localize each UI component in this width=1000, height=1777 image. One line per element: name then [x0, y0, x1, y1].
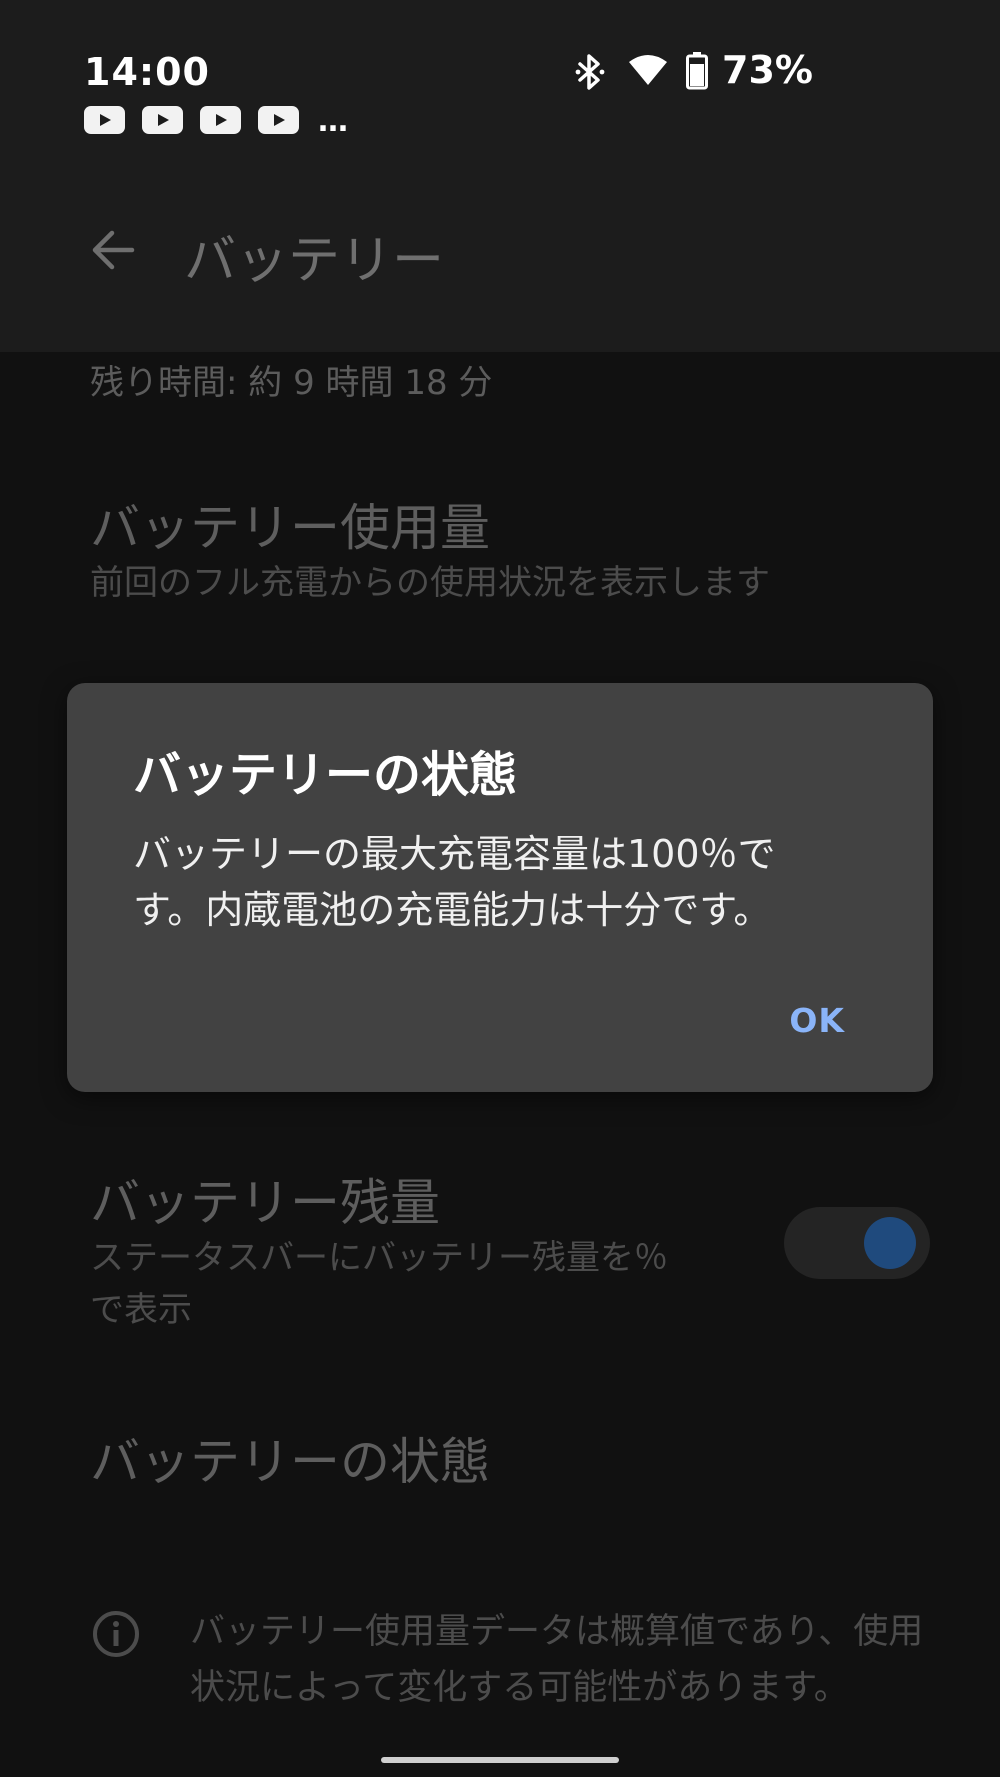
- info-icon: [93, 1611, 139, 1657]
- list-item-title: バッテリー残量: [90, 1174, 440, 1232]
- notification-icons: …: [84, 104, 348, 139]
- screen: 14:00 … 73% バッテリー 残り時間: 約 9 時間 18 分 バッテリ…: [0, 0, 1000, 1777]
- info-text: バッテリー使用量データは概算値であり、使用状況によって変化する可能性があります。: [190, 1612, 924, 1708]
- youtube-icon: [142, 106, 183, 134]
- list-item-subtitle: 前回のフル充電からの使用状況を表示します: [90, 563, 770, 603]
- more-notifications: …: [318, 104, 348, 139]
- ok-button[interactable]: OK: [789, 1001, 845, 1040]
- dialog-body-line1: バッテリーの最大充電容量は100％で: [133, 832, 776, 876]
- list-item-title: バッテリーの状態: [90, 1433, 490, 1491]
- home-indicator[interactable]: [381, 1757, 619, 1763]
- page-title: バッテリー: [184, 231, 445, 291]
- battery-percentage-toggle[interactable]: [784, 1207, 930, 1279]
- toggle-knob: [864, 1217, 916, 1269]
- battery-icon: [686, 52, 708, 90]
- top-bar: 14:00 … 73% バッテリー: [0, 0, 1000, 352]
- list-item-subtitle-line2: で表示: [90, 1290, 192, 1330]
- remaining-time: 残り時間: 約 9 時間 18 分: [90, 363, 493, 403]
- battery-health-dialog: バッテリーの状態 バッテリーの最大充電容量は100％で す。内蔵電池の充電能力は…: [67, 683, 933, 1092]
- youtube-icon: [200, 106, 241, 134]
- battery-percentage: 73%: [722, 48, 813, 92]
- dialog-body: バッテリーの最大充電容量は100％で す。内蔵電池の充電能力は十分です。: [133, 826, 873, 938]
- dialog-title: バッテリーの状態: [133, 747, 518, 803]
- list-item-title: バッテリー使用量: [90, 499, 490, 557]
- back-arrow-icon[interactable]: [88, 225, 138, 275]
- youtube-icon: [84, 106, 125, 134]
- youtube-icon: [258, 106, 299, 134]
- status-time: 14:00: [84, 50, 210, 94]
- bluetooth-icon: [575, 54, 605, 90]
- wifi-icon: [629, 55, 667, 85]
- list-item-subtitle-line1: ステータスバーにバッテリー残量を％: [90, 1238, 668, 1278]
- dialog-body-line2: す。内蔵電池の充電能力は十分です。: [133, 888, 772, 932]
